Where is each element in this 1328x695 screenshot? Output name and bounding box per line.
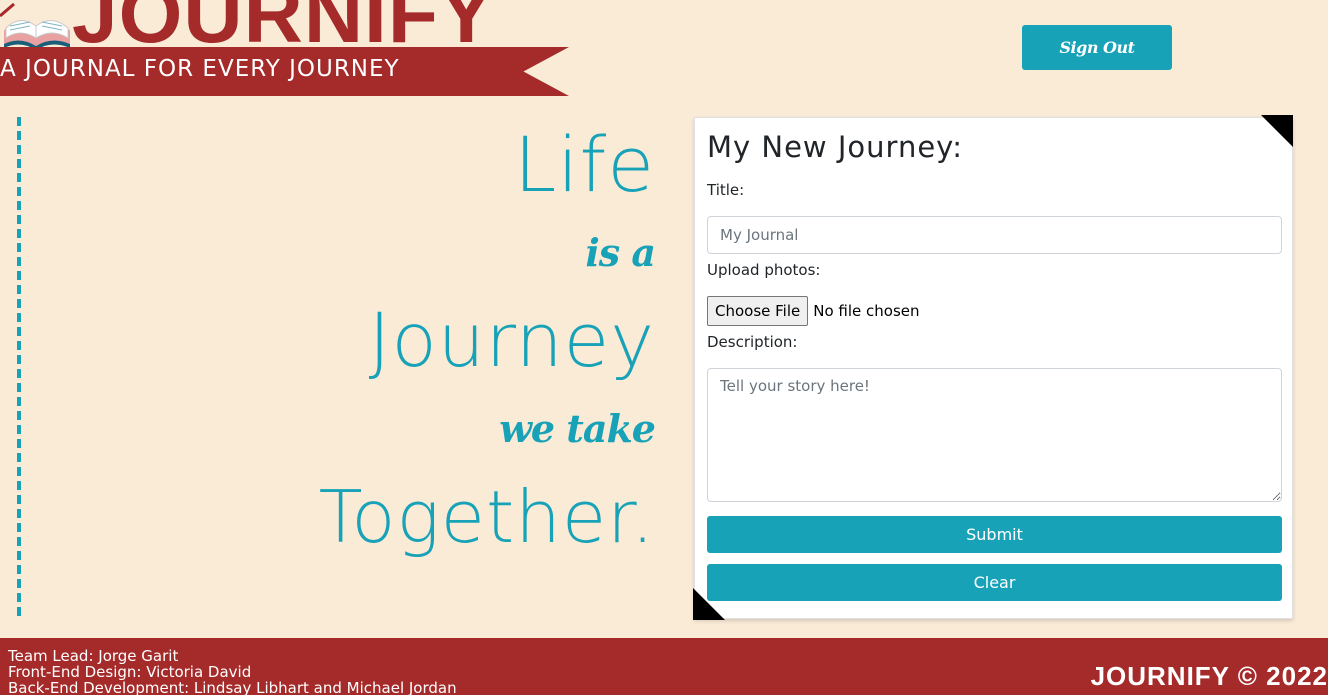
quote-line-together: Together. <box>318 475 655 559</box>
file-upload: Choose File No file chosen <box>707 296 920 326</box>
upload-photos-label: Upload photos: <box>707 261 821 279</box>
sign-out-button[interactable]: Sign Out <box>1022 25 1172 70</box>
corner-decoration-top-right <box>1261 115 1293 147</box>
open-book-icon <box>0 2 70 50</box>
title-input[interactable] <box>707 216 1282 254</box>
quote-line-is-a: is a <box>585 230 656 275</box>
file-status: No file chosen <box>813 302 920 320</box>
choose-file-button[interactable]: Choose File <box>707 296 809 326</box>
hero-quote: Life is a Journey we take Together. <box>318 120 656 562</box>
clear-button[interactable]: Clear <box>707 564 1282 601</box>
credit-front-end: Front-End Design: Victoria David <box>8 663 252 681</box>
credits: Team Lead: Jorge Garit Front-End Design:… <box>8 648 457 695</box>
form-title: My New Journey: <box>707 130 964 164</box>
logo: JOURNIFY A JOURNAL FOR EVERY JOURNEY <box>0 0 580 100</box>
footer: Team Lead: Jorge Garit Front-End Design:… <box>0 638 1328 695</box>
quote-line-life: Life <box>514 120 655 209</box>
dashed-divider <box>17 117 21 620</box>
description-label: Description: <box>707 333 798 351</box>
quote-line-we-take: we take <box>499 406 656 451</box>
quote-line-journey: Journey <box>368 298 655 384</box>
tagline: A JOURNAL FOR EVERY JOURNEY <box>0 56 400 82</box>
credit-team-lead: Team Lead: Jorge Garit <box>8 647 179 665</box>
credit-back-end: Back-End Development: Lindsay Libhart an… <box>8 679 457 695</box>
submit-button[interactable]: Submit <box>707 516 1282 553</box>
copyright: JOURNIFY © 2022 <box>1090 661 1328 691</box>
description-textarea[interactable] <box>707 368 1282 502</box>
title-label: Title: <box>707 181 745 199</box>
new-journey-card: My New Journey: Title: Upload photos: Ch… <box>693 115 1293 620</box>
